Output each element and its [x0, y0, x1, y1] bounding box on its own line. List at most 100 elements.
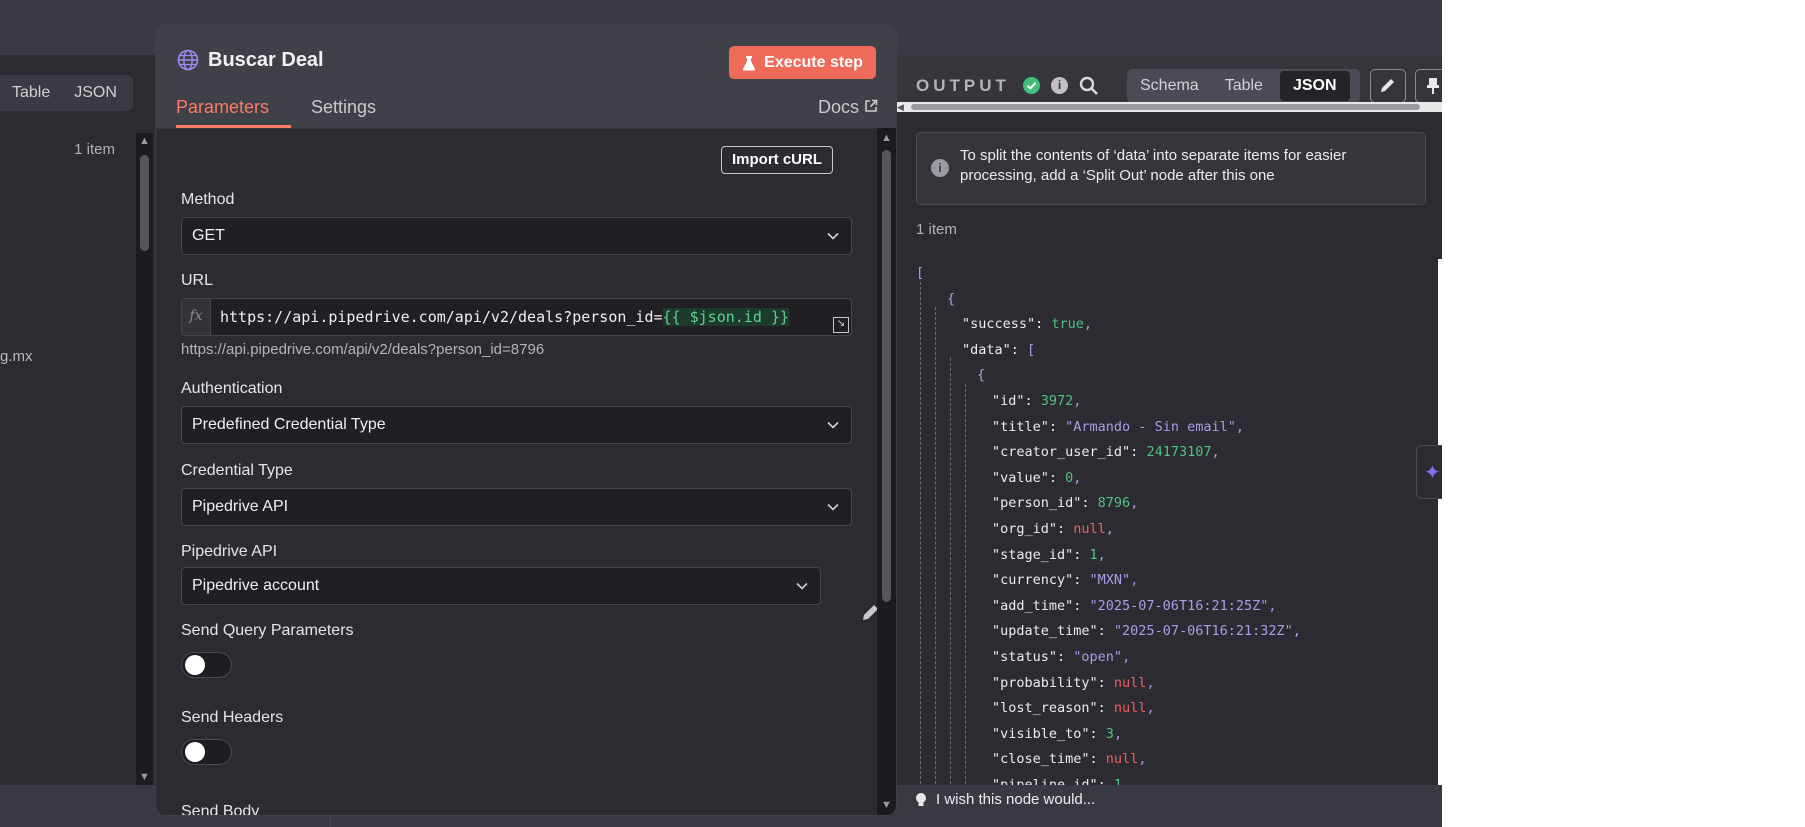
url-value: https://api.pipedrive.com/api/v2/deals?p… — [220, 308, 789, 326]
json-line: "creator_user_id": 24173107, — [992, 441, 1220, 463]
json-token: "2025-07-06T16:21:25Z" — [1081, 597, 1269, 614]
external-link-icon — [865, 99, 878, 112]
credential-type-select[interactable]: Pipedrive API — [181, 488, 852, 526]
docs-link[interactable]: Docs — [818, 97, 878, 118]
method-select[interactable]: GET — [181, 217, 852, 255]
json-token: , — [1292, 623, 1301, 640]
scroll-left-arrow[interactable]: ◀ — [897, 102, 904, 112]
json-token: , — [1083, 316, 1093, 333]
chevron-down-icon — [796, 582, 808, 590]
json-token: 8796 — [1089, 495, 1131, 512]
output-scroll-thumb[interactable] — [911, 104, 1420, 110]
input-scrollbar[interactable]: ▲ ▼ — [136, 133, 153, 785]
json-token: null — [1105, 700, 1147, 717]
json-token: "Armando - Sin email" — [1057, 418, 1236, 435]
split-out-hint-text: To split the contents of ‘data’ into sep… — [960, 147, 1347, 184]
input-panel: Table JSON 1 item g.mx ▲ ▼ — [0, 55, 155, 785]
json-token: , — [1130, 495, 1139, 512]
json-token: { — [977, 367, 986, 384]
json-indent-guide — [935, 307, 936, 785]
json-token: , — [1268, 597, 1277, 614]
json-token: [ — [916, 265, 925, 281]
execute-step-label: Execute step — [764, 53, 863, 71]
scroll-up-arrow[interactable]: ▲ — [136, 135, 153, 147]
output-tab-table[interactable]: Table — [1212, 71, 1276, 101]
output-header: OUTPUT i Schema Table JSON ◀ — [895, 55, 1442, 112]
credential-type-label: Credential Type — [181, 462, 293, 479]
info-icon[interactable]: i — [1051, 77, 1068, 94]
tab-parameters[interactable]: Parameters — [176, 97, 269, 118]
json-token: , — [1146, 674, 1155, 691]
pin-output-button[interactable] — [1415, 69, 1442, 103]
import-curl-button[interactable]: Import cURL — [721, 146, 833, 174]
json-token: null — [1065, 521, 1106, 537]
json-token: true — [1043, 316, 1084, 333]
parameters-scrollbar[interactable]: ▲ ▼ — [877, 128, 896, 815]
pipedrive-account-value: Pipedrive account — [192, 577, 320, 594]
json-line: "close_time": null, — [992, 748, 1146, 770]
json-token: 3 — [1097, 725, 1114, 742]
feedback-link[interactable]: I wish this node would... — [936, 791, 1095, 808]
input-scroll-thumb[interactable] — [140, 155, 149, 251]
search-icon[interactable] — [1079, 76, 1099, 96]
url-label: URL — [181, 272, 214, 289]
split-out-hint: i To split the contents of ‘data’ into s… — [916, 132, 1426, 205]
json-token: "data": — [962, 341, 1019, 358]
input-item-count: 1 item — [74, 141, 115, 158]
chevron-down-icon — [827, 421, 839, 429]
json-token: 1 — [1105, 777, 1123, 785]
json-token: "value": — [992, 469, 1058, 486]
json-indent-guide — [920, 281, 921, 785]
execute-step-button[interactable]: Execute step — [729, 46, 876, 79]
tab-settings[interactable]: Settings — [311, 97, 376, 118]
url-input[interactable]: fx https://api.pipedrive.com/api/v2/deal… — [181, 298, 852, 336]
json-token: , — [1138, 751, 1147, 768]
json-token: , — [1105, 521, 1114, 537]
output-view-tabs: Schema Table JSON — [1127, 69, 1360, 103]
authentication-select[interactable]: Predefined Credential Type — [181, 406, 852, 444]
json-token: "title": — [992, 418, 1058, 435]
edit-output-button[interactable] — [1370, 69, 1406, 103]
scroll-up-arrow[interactable]: ▲ — [878, 132, 895, 144]
pipedrive-account-select[interactable]: Pipedrive account — [181, 567, 821, 605]
json-token: 24173107 — [1138, 444, 1212, 461]
json-token: 1 — [1081, 546, 1098, 563]
docs-label: Docs — [817, 97, 859, 117]
node-title[interactable]: Buscar Deal — [208, 49, 324, 72]
json-token: "MXN" — [1081, 572, 1131, 589]
json-line: "add_time": "2025-07-06T16:21:25Z", — [992, 595, 1276, 617]
lightbulb-icon — [916, 793, 926, 806]
json-token: , — [1073, 393, 1082, 409]
scroll-down-arrow[interactable]: ▼ — [878, 799, 895, 811]
output-tab-json[interactable]: JSON — [1279, 71, 1350, 101]
json-token: , — [1073, 469, 1082, 486]
json-token: "id": — [992, 393, 1033, 409]
send-body-label: Send Body — [181, 803, 260, 816]
ai-assistant-button[interactable]: ✦ — [1416, 445, 1442, 499]
json-token: "probability": — [992, 674, 1106, 691]
method-label: Method — [181, 191, 235, 208]
output-horizontal-scrollbar[interactable]: ◀ — [895, 102, 1442, 112]
send-query-params-label: Send Query Parameters — [181, 622, 354, 639]
json-token: "success": — [962, 316, 1044, 333]
json-line: "person_id": 8796, — [992, 492, 1138, 514]
expand-icon[interactable]: ↘ — [833, 317, 849, 333]
input-tab-table[interactable]: Table — [0, 84, 62, 102]
json-token: { — [947, 290, 956, 307]
json-line: "probability": null, — [992, 672, 1155, 694]
json-line: "title": "Armando - Sin email", — [992, 416, 1244, 438]
sparkle-icon: ✦ — [1424, 462, 1441, 484]
output-tab-schema[interactable]: Schema — [1127, 71, 1212, 101]
json-line: { — [947, 288, 955, 310]
scroll-down-arrow[interactable]: ▼ — [136, 771, 153, 783]
json-token: null — [1097, 751, 1139, 768]
json-token: "close_time": — [992, 751, 1098, 768]
input-tab-json[interactable]: JSON — [62, 84, 129, 102]
json-token: "update_time": — [992, 623, 1106, 640]
json-token: , — [1122, 649, 1131, 665]
toggle-knob — [185, 742, 205, 762]
send-query-params-toggle[interactable] — [181, 652, 232, 678]
parameters-scroll-thumb[interactable] — [882, 150, 891, 602]
send-headers-toggle[interactable] — [181, 739, 232, 765]
json-line: "status": "open", — [992, 646, 1130, 668]
